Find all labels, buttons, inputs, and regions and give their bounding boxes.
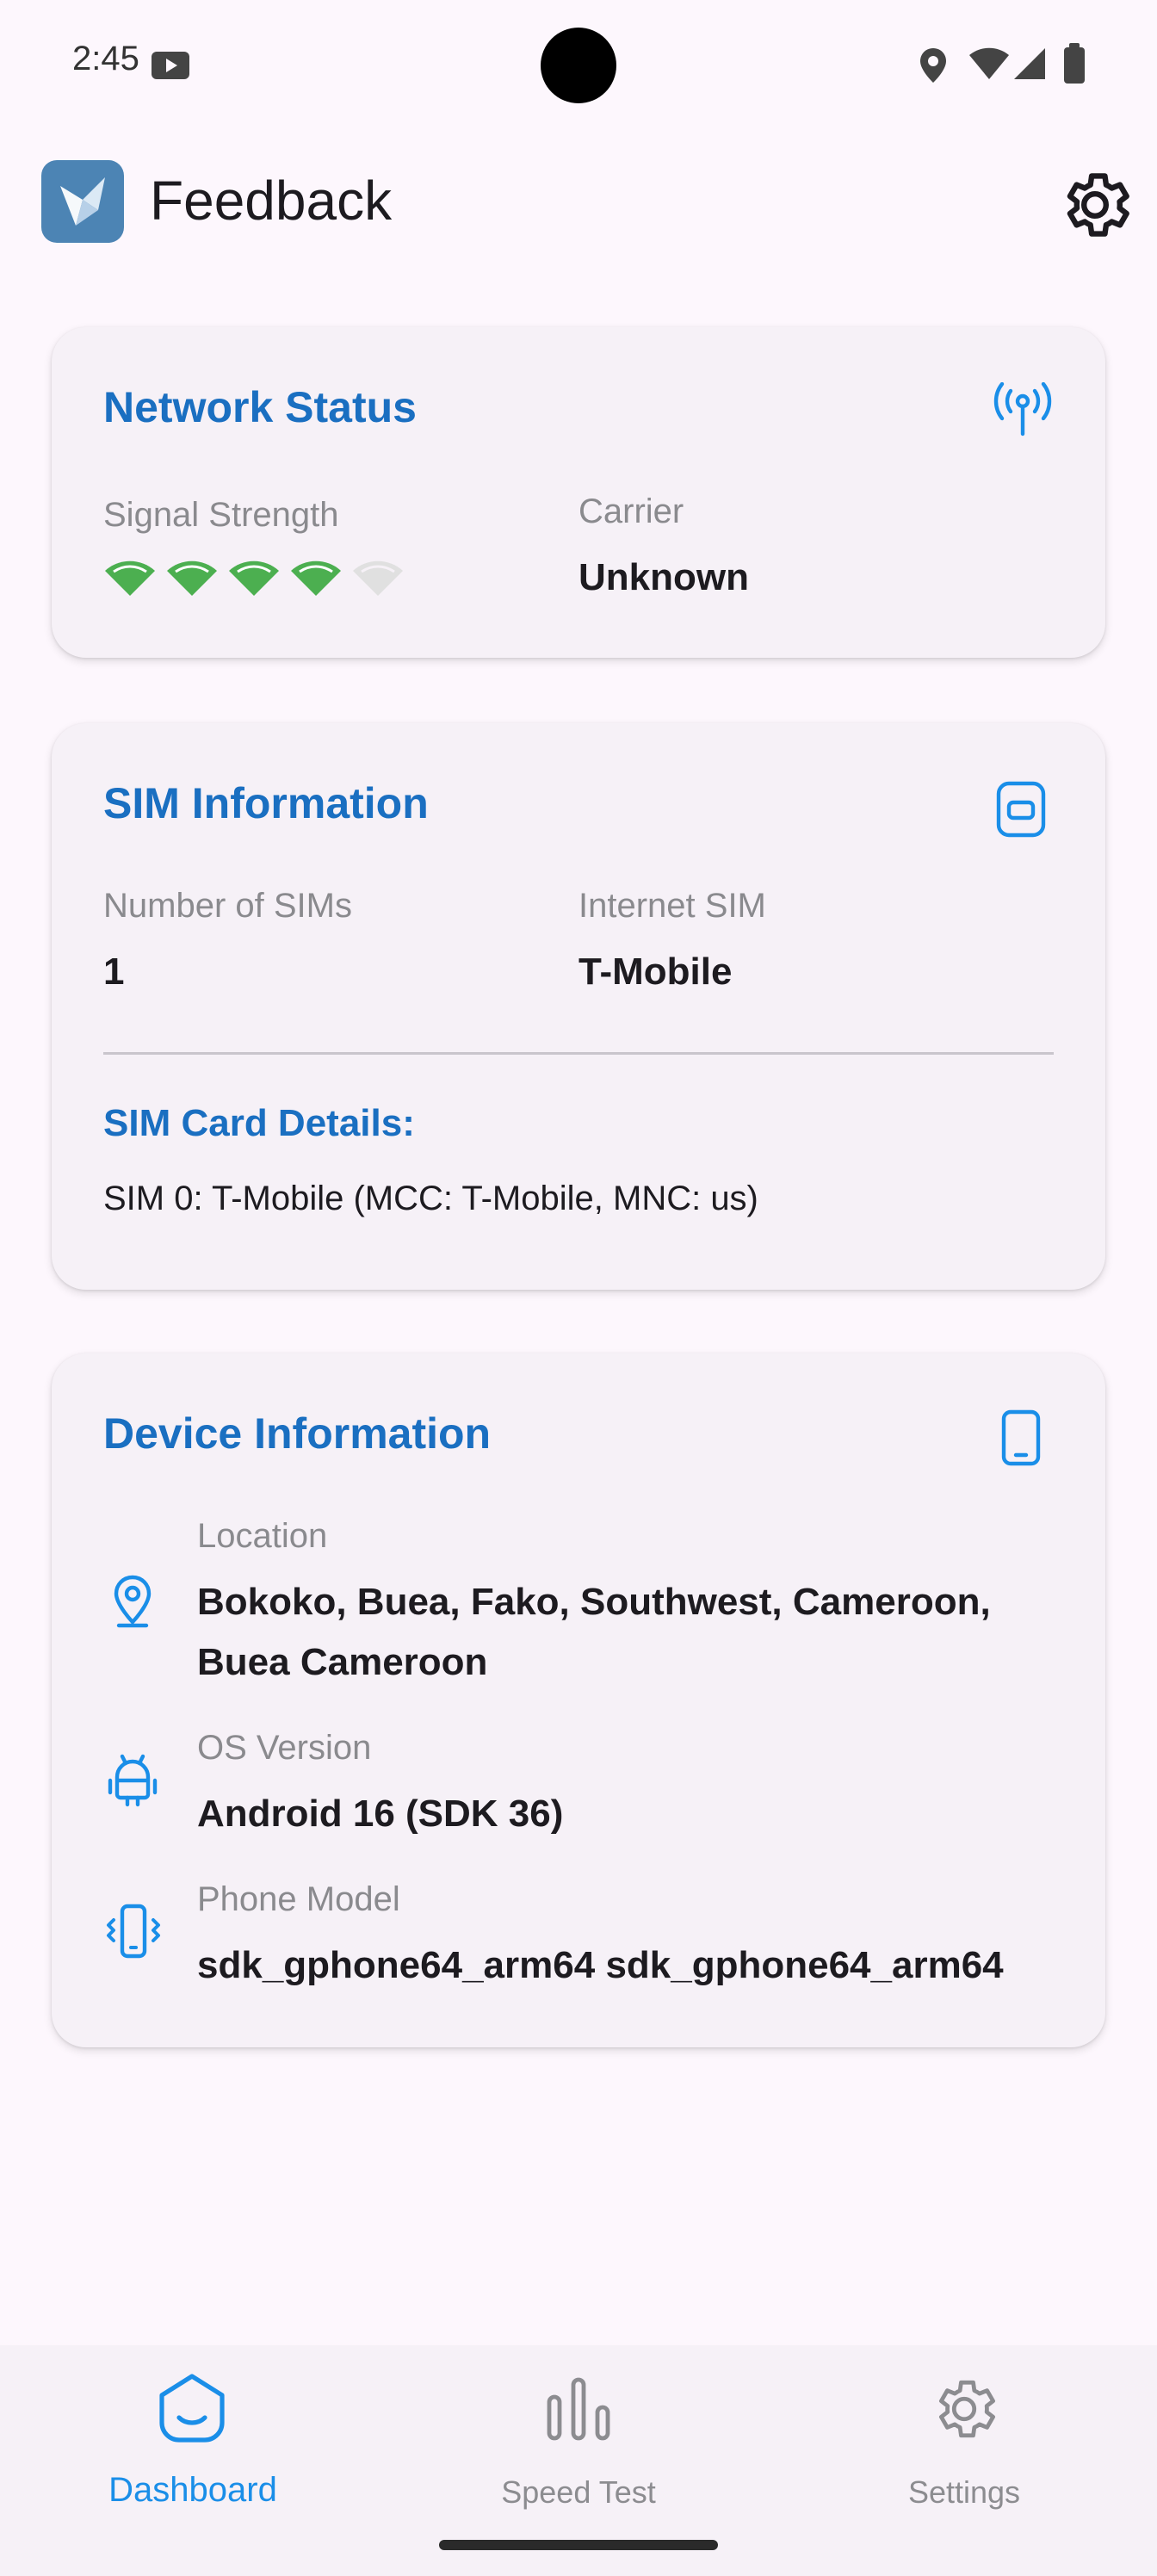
- carrier-label: Carrier: [578, 492, 684, 530]
- camera-cutout: [541, 28, 616, 103]
- signal-strength-label: Signal Strength: [103, 496, 339, 534]
- sim-card-details-title: SIM Card Details:: [103, 1102, 415, 1144]
- network-status-card: Network Status Signal Strength Carrier U…: [52, 327, 1105, 658]
- internet-sim-value: T-Mobile: [578, 951, 733, 993]
- phone-vibrate-icon: [107, 1904, 160, 1959]
- os-version-label: OS Version: [197, 1729, 372, 1767]
- phone-model-value: sdk_gphone64_arm64 sdk_gphone64_arm64: [197, 1944, 1004, 1986]
- android-icon: [108, 1754, 158, 1807]
- carrier-value: Unknown: [578, 556, 749, 598]
- phone-model-label: Phone Model: [197, 1880, 400, 1918]
- cell-signal-status-icon: [1014, 48, 1045, 79]
- gear-icon: [938, 2380, 996, 2438]
- app-title: Feedback: [150, 170, 393, 232]
- battery-status-icon: [1064, 43, 1085, 84]
- location-value-line2: Buea Cameroon: [197, 1641, 488, 1683]
- number-of-sims-value: 1: [103, 951, 125, 993]
- location-label: Location: [197, 1517, 328, 1555]
- settings-gear-icon[interactable]: [1054, 164, 1136, 246]
- internet-sim-label: Internet SIM: [578, 887, 766, 925]
- device-information-title: Device Information: [103, 1409, 492, 1458]
- nav-dashboard[interactable]: Dashboard: [0, 2345, 386, 2576]
- bar-chart-icon: [547, 2377, 610, 2441]
- dashboard-icon: [159, 2374, 225, 2443]
- signal-bar-icon: [229, 560, 279, 596]
- signal-bar-icon: [291, 560, 341, 596]
- gesture-home-bar[interactable]: [439, 2540, 718, 2550]
- youtube-notification-icon: [152, 52, 189, 79]
- smartphone-icon: [1001, 1409, 1041, 1466]
- os-version-value: Android 16 (SDK 36): [197, 1793, 564, 1835]
- network-status-title: Network Status: [103, 383, 417, 431]
- app-logo: [41, 160, 124, 243]
- antenna-icon: [993, 382, 1052, 437]
- signal-bar-icon: [167, 560, 217, 596]
- number-of-sims-label: Number of SIMs: [103, 887, 352, 925]
- sim-information-card: SIM Information Number of SIMs 1 Interne…: [52, 723, 1105, 1290]
- nav-settings[interactable]: Settings: [771, 2345, 1157, 2576]
- nav-settings-label: Settings: [907, 2474, 1021, 2510]
- sim-divider: [103, 1052, 1054, 1055]
- wifi-status-icon: [969, 47, 1009, 79]
- nav-dashboard-label: Dashboard: [108, 2471, 277, 2509]
- device-information-card: Device Information Location Bokoko, Buea…: [52, 1353, 1105, 2047]
- signal-bar-icon: [353, 560, 403, 596]
- sim-card-details-line: SIM 0: T-Mobile (MCC: T-Mobile, MNC: us): [103, 1180, 758, 1217]
- location-status-icon: [920, 48, 946, 83]
- sim-card-icon: [996, 781, 1046, 838]
- sim-information-title: SIM Information: [103, 779, 429, 827]
- signal-bar-icon: [105, 560, 155, 596]
- status-time: 2:45: [72, 40, 139, 77]
- nav-speed-test-label: Speed Test: [501, 2474, 656, 2510]
- location-value-line1: Bokoko, Buea, Fako, Southwest, Cameroon,: [197, 1581, 991, 1623]
- signal-strength-bars: [103, 560, 430, 598]
- location-pin-icon: [114, 1575, 152, 1628]
